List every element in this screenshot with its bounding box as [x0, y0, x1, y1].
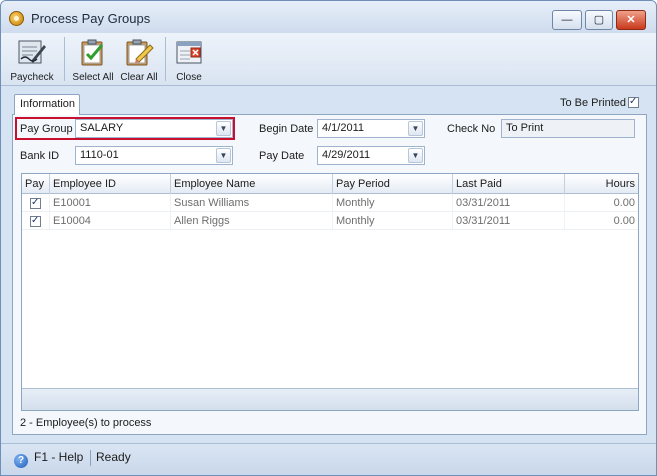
- toolbar: Paycheck Select All Clear All Close: [1, 33, 656, 86]
- clear-all-icon: [126, 39, 154, 66]
- clear-all-label: Clear All: [120, 72, 158, 83]
- employee-name-cell: Allen Riggs: [171, 212, 333, 230]
- pay-checkbox[interactable]: ✓: [30, 196, 41, 209]
- table-row[interactable]: ✓ E10001 Susan Williams Monthly 03/31/20…: [22, 194, 638, 212]
- employee-id-cell: E10001: [50, 194, 171, 212]
- employee-grid: Pay Employee ID Employee Name Pay Period…: [21, 173, 639, 411]
- employee-id-cell: E10004: [50, 212, 171, 230]
- window-title: Process Pay Groups: [31, 11, 151, 26]
- pay-period-cell: Monthly: [333, 212, 453, 230]
- close-button[interactable]: Close: [171, 35, 207, 85]
- select-all-button[interactable]: Select All: [70, 35, 116, 85]
- process-pay-groups-window: Process Pay Groups — ▢ ✕ Paycheck Select…: [0, 0, 657, 476]
- employee-name-cell: Susan Williams: [171, 194, 333, 212]
- title-bar[interactable]: Process Pay Groups — ▢ ✕: [1, 1, 656, 33]
- clear-all-button[interactable]: Clear All: [119, 35, 159, 85]
- to-be-printed-label: To Be Printed: [560, 97, 627, 109]
- to-be-printed-checkbox[interactable]: ✓: [628, 96, 639, 108]
- pay-group-highlight: [15, 117, 235, 140]
- check-no-field[interactable]: To Print: [501, 119, 635, 138]
- close-label: Close: [176, 72, 202, 83]
- pay-date-picker[interactable]: 4/29/2011 ▼: [317, 146, 425, 165]
- column-header-employee-name[interactable]: Employee Name: [171, 174, 333, 194]
- toolbar-separator: [165, 37, 166, 81]
- chevron-down-icon[interactable]: ▼: [216, 148, 231, 163]
- status-text: Ready: [96, 450, 131, 464]
- begin-date-label: Begin Date: [259, 123, 314, 135]
- last-paid-cell: 03/31/2011: [453, 194, 565, 212]
- hours-cell: 0.00: [613, 197, 635, 209]
- begin-date-value: 4/1/2011: [322, 122, 365, 134]
- close-window-button[interactable]: ✕: [616, 10, 646, 30]
- pay-date-label: Pay Date: [259, 150, 305, 162]
- hours-cell: 0.00: [613, 215, 635, 227]
- minimize-button[interactable]: —: [552, 10, 582, 30]
- checkmark-icon: ✓: [629, 96, 638, 107]
- grid-header: Pay Employee ID Employee Name Pay Period…: [22, 174, 638, 194]
- column-header-last-paid[interactable]: Last Paid: [453, 174, 565, 194]
- column-header-employee-id[interactable]: Employee ID: [50, 174, 171, 194]
- checkmark-icon: ✓: [31, 214, 40, 226]
- grid-footer: [22, 388, 638, 410]
- column-header-pay-period[interactable]: Pay Period: [333, 174, 453, 194]
- table-row[interactable]: ✓ E10004 Allen Riggs Monthly 03/31/2011 …: [22, 212, 638, 230]
- column-header-pay[interactable]: Pay: [22, 174, 50, 194]
- bank-id-value: 1110-01: [80, 149, 119, 161]
- chevron-down-icon[interactable]: ▼: [408, 121, 423, 136]
- toolbar-separator: [64, 37, 65, 81]
- column-header-hours[interactable]: Hours: [565, 174, 638, 194]
- pay-checkbox[interactable]: ✓: [30, 214, 41, 227]
- pay-cell: ✓: [22, 212, 50, 230]
- paycheck-icon: [18, 40, 46, 64]
- last-paid-cell: 03/31/2011: [453, 212, 565, 230]
- tab-information[interactable]: Information: [14, 94, 80, 115]
- begin-date-picker[interactable]: 4/1/2011 ▼: [317, 119, 425, 138]
- employees-to-process-text: 2 - Employee(s) to process: [20, 417, 152, 429]
- select-all-icon: [81, 39, 104, 66]
- checkmark-icon: ✓: [31, 196, 40, 208]
- app-icon: [9, 11, 24, 26]
- help-icon[interactable]: ?: [14, 454, 28, 468]
- maximize-button[interactable]: ▢: [585, 10, 613, 30]
- pay-cell: ✓: [22, 194, 50, 212]
- chevron-down-icon[interactable]: ▼: [408, 148, 423, 163]
- paycheck-button[interactable]: Paycheck: [9, 35, 55, 85]
- help-shortcut-text[interactable]: F1 - Help: [34, 449, 83, 465]
- bank-id-label: Bank ID: [20, 150, 60, 162]
- close-icon: [176, 41, 202, 64]
- status-separator: [90, 450, 91, 466]
- bank-id-dropdown[interactable]: 1110-01 ▼: [75, 146, 233, 165]
- paycheck-label: Paycheck: [10, 72, 54, 83]
- pay-period-cell: Monthly: [333, 194, 453, 212]
- check-no-label: Check No: [447, 123, 496, 135]
- select-all-label: Select All: [72, 72, 114, 83]
- status-bar: ? F1 - Help Ready: [1, 443, 656, 475]
- pay-date-value: 4/29/2011: [322, 149, 371, 161]
